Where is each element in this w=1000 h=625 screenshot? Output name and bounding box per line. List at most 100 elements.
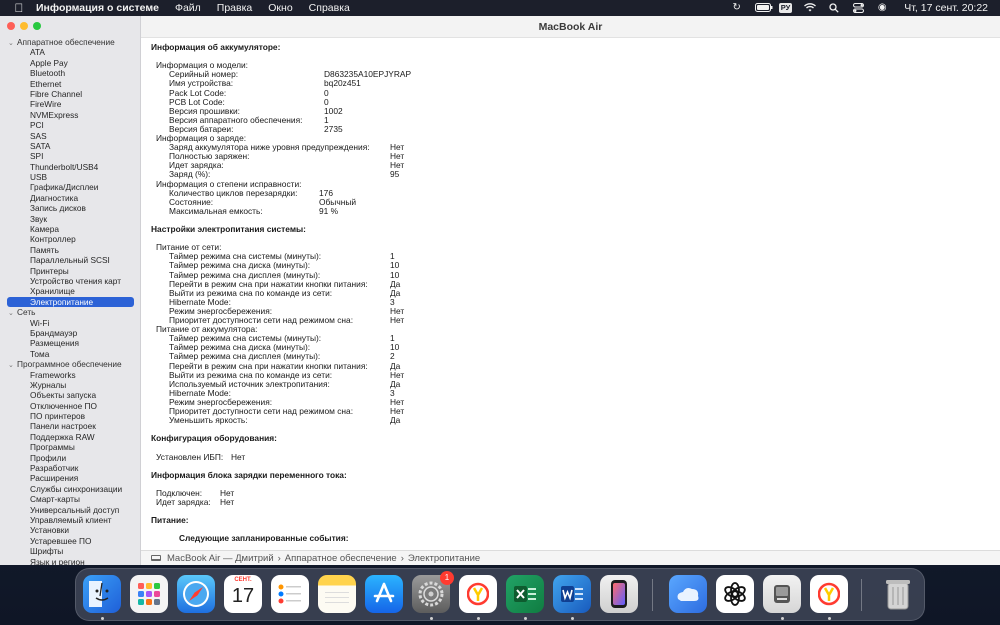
sidebar-item[interactable]: Разработчик bbox=[0, 463, 140, 473]
path-category[interactable]: Аппаратное обеспечение bbox=[285, 551, 397, 566]
sidebar-item[interactable]: Шрифты bbox=[0, 546, 140, 556]
sidebar-item-label: USB bbox=[30, 172, 48, 183]
sidebar-item[interactable]: Ethernet bbox=[0, 79, 140, 89]
sidebar-item-label: Управляемый клиент bbox=[30, 514, 112, 525]
app-menu[interactable]: Информация о системе bbox=[36, 2, 159, 14]
property-label: Уменьшить яркость: bbox=[169, 415, 248, 426]
finder-icon[interactable] bbox=[83, 575, 121, 613]
sidebar-item[interactable]: Thunderbolt/USB4 bbox=[0, 162, 140, 172]
sidebar-item[interactable]: Wi-Fi bbox=[0, 318, 140, 328]
sidebar-item[interactable]: Размещения bbox=[0, 338, 140, 348]
sidebar-item[interactable]: Запись дисков bbox=[0, 203, 140, 213]
sidebar-item[interactable]: Устаревшее ПО bbox=[0, 536, 140, 546]
sidebar-item[interactable]: Смарт-карты bbox=[0, 494, 140, 504]
sidebar-item[interactable]: Программы bbox=[0, 442, 140, 452]
sidebar-item[interactable]: Хранилище bbox=[0, 286, 140, 296]
property-value: 2735 bbox=[324, 123, 343, 134]
sidebar-item[interactable]: PCI bbox=[0, 120, 140, 130]
chevron-down-icon[interactable]: ⌄ bbox=[8, 309, 17, 319]
sidebar-item[interactable]: Брандмауэр bbox=[0, 328, 140, 338]
sidebar-item[interactable]: Принтеры bbox=[0, 266, 140, 276]
sidebar-item[interactable]: Установки bbox=[0, 525, 140, 535]
battery-icon[interactable] bbox=[754, 3, 773, 13]
sidebar-item[interactable]: Frameworks bbox=[0, 370, 140, 380]
sidebar-item[interactable]: Bluetooth bbox=[0, 68, 140, 78]
keyboard-layout-indicator[interactable]: РУ bbox=[778, 3, 793, 13]
sidebar-item[interactable]: Apple Pay bbox=[0, 58, 140, 68]
launchpad-icon[interactable] bbox=[130, 575, 168, 613]
chatgpt-icon[interactable] bbox=[716, 575, 754, 613]
sidebar-item[interactable]: Управляемый клиент bbox=[0, 514, 140, 525]
calendar-icon[interactable]: СЕНТ. 17 bbox=[224, 575, 262, 613]
path-computer[interactable]: MacBook Air — Дмитрий bbox=[167, 551, 274, 566]
spotlight-search-icon[interactable] bbox=[828, 3, 840, 13]
sidebar-item[interactable]: Язык и регион bbox=[0, 557, 140, 565]
control-center-icon[interactable] bbox=[852, 3, 864, 13]
word-icon[interactable] bbox=[553, 575, 591, 613]
sidebar-item-label: Параллельный SCSI bbox=[30, 255, 110, 266]
sidebar-item[interactable]: Расширения bbox=[0, 473, 140, 483]
siri-icon[interactable]: ◉ bbox=[876, 3, 888, 13]
sidebar-item[interactable]: SAS bbox=[0, 131, 140, 141]
menu-file[interactable]: Файл bbox=[175, 2, 201, 14]
trash-icon[interactable] bbox=[879, 575, 917, 613]
sidebar-item[interactable]: USB bbox=[0, 172, 140, 183]
sidebar-item[interactable]: FireWire bbox=[0, 99, 140, 110]
sidebar-item[interactable]: SPI bbox=[0, 151, 140, 161]
apple-menu-icon[interactable]:  bbox=[10, 1, 28, 15]
disk-utility-icon[interactable] bbox=[763, 575, 801, 613]
chevron-down-icon[interactable]: ⌄ bbox=[8, 39, 17, 49]
sidebar-category[interactable]: ⌄ Программное обеспечение bbox=[0, 359, 140, 371]
wifi-icon[interactable] bbox=[804, 3, 817, 13]
time-machine-icon[interactable]: ↻ bbox=[731, 3, 743, 13]
sidebar-item[interactable]: Службы синхронизации bbox=[0, 484, 140, 494]
sidebar-category[interactable]: ⌄ Аппаратное обеспечение bbox=[0, 37, 140, 49]
safari-icon[interactable] bbox=[177, 575, 215, 613]
sidebar-item[interactable]: Контроллер bbox=[0, 234, 140, 244]
sidebar-item[interactable]: Поддержка RAW bbox=[0, 432, 140, 442]
app-store-icon[interactable] bbox=[365, 575, 403, 613]
menu-window[interactable]: Окно bbox=[268, 2, 292, 14]
sidebar-item[interactable]: Fibre Channel bbox=[0, 89, 140, 99]
sidebar-item[interactable]: Тома bbox=[0, 349, 140, 359]
sidebar-item-label: FireWire bbox=[30, 99, 62, 110]
sidebar-item[interactable]: ATA bbox=[0, 47, 140, 57]
sidebar-item[interactable]: ПО принтеров bbox=[0, 411, 140, 421]
sidebar-item[interactable]: Отключенное ПО bbox=[0, 401, 140, 411]
minimize-button[interactable] bbox=[20, 22, 28, 30]
sidebar-item[interactable]: Диагностика bbox=[0, 193, 140, 203]
notification-badge: 1 bbox=[440, 571, 454, 585]
sidebar-item[interactable]: Журналы bbox=[0, 380, 140, 390]
yandex-browser-icon[interactable] bbox=[459, 575, 497, 613]
cloud-app-icon[interactable] bbox=[669, 575, 707, 613]
menu-help[interactable]: Справка bbox=[309, 2, 350, 14]
sidebar-item-label: Графика/Дисплеи bbox=[30, 182, 99, 193]
excel-icon[interactable] bbox=[506, 575, 544, 613]
sidebar-item-selected[interactable]: Электропитание bbox=[7, 296, 134, 308]
sidebar-item[interactable]: Память bbox=[0, 245, 140, 255]
sidebar-item[interactable]: Устройство чтения карт bbox=[0, 276, 140, 286]
sidebar-item[interactable]: Параллельный SCSI bbox=[0, 255, 140, 266]
sidebar-item[interactable]: Графика/Дисплеи bbox=[0, 182, 140, 193]
menu-edit[interactable]: Правка bbox=[217, 2, 252, 14]
sidebar-item[interactable]: Объекты запуска bbox=[0, 390, 140, 400]
chevron-down-icon[interactable]: ⌄ bbox=[8, 361, 17, 371]
path-item[interactable]: Электропитание bbox=[408, 551, 480, 566]
sidebar-category[interactable]: ⌄ Сеть bbox=[0, 307, 140, 319]
path-separator: › bbox=[400, 552, 404, 564]
reminders-icon[interactable] bbox=[271, 575, 309, 613]
yandex-app-icon[interactable] bbox=[810, 575, 848, 613]
sidebar-item[interactable]: SATA bbox=[0, 141, 140, 151]
sidebar-item[interactable]: Профили bbox=[0, 453, 140, 463]
sidebar-item[interactable]: NVMExpress bbox=[0, 110, 140, 120]
sidebar-item[interactable]: Камера bbox=[0, 224, 140, 234]
system-settings-icon[interactable]: 1 bbox=[412, 571, 454, 613]
iphone-mirroring-icon[interactable] bbox=[600, 575, 638, 613]
sidebar-item[interactable]: Панели настроек bbox=[0, 421, 140, 431]
close-button[interactable] bbox=[7, 22, 15, 30]
menu-clock[interactable]: Чт, 17 сент. 20:22 bbox=[904, 2, 988, 14]
sidebar-item[interactable]: Универсальный доступ bbox=[0, 505, 140, 515]
zoom-button[interactable] bbox=[33, 22, 41, 30]
notes-icon[interactable] bbox=[318, 575, 356, 613]
sidebar-item[interactable]: Звук bbox=[0, 214, 140, 224]
